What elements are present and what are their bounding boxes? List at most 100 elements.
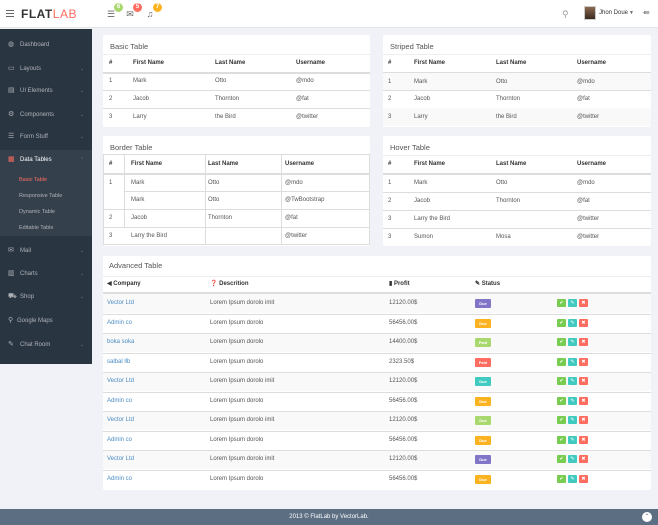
sidebar-item-components[interactable]: ⚙ Components ⌄: [0, 105, 92, 125]
envelope-icon[interactable]: ✉ 5: [124, 3, 142, 20]
check-button[interactable]: ✔: [557, 357, 566, 366]
go-top-icon[interactable]: ⌃: [642, 512, 652, 522]
company-link[interactable]: Vector Ltd: [107, 372, 134, 391]
submenu-editable-table[interactable]: Editable Table: [19, 225, 53, 231]
company-link[interactable]: salbal llb: [107, 353, 130, 372]
bell-icon[interactable]: ♫ 7: [144, 3, 162, 20]
trash-button[interactable]: ✖: [579, 474, 588, 483]
sidebar-item-chat-room[interactable]: ✎ Chat Room ⌄: [0, 335, 92, 355]
striped-table-panel: Striped Table # First Name Last Name Use…: [383, 35, 651, 127]
trash-button[interactable]: ✖: [579, 357, 588, 366]
company-link[interactable]: Admin co: [107, 392, 132, 411]
table-row: Admin co Lorem Ipsum dorolo 56456.00$ Due ✔ ✎…: [103, 314, 651, 333]
status-badge: Paid: [475, 357, 491, 367]
profit-cell: 56456.00$: [389, 319, 418, 326]
sidebar-item-dashboard[interactable]: ◍ Dashboard: [0, 35, 92, 55]
status-badge: Due: [475, 455, 491, 464]
pencil-button[interactable]: ✎: [568, 338, 577, 346]
chevron-down-icon: ⌄: [80, 248, 85, 254]
company-link[interactable]: Vector Ltd: [107, 450, 134, 469]
table-header-row: # First Name Last Name Username: [388, 60, 607, 66]
company-link[interactable]: Admin co: [107, 314, 132, 333]
trash-button[interactable]: ✖: [579, 318, 588, 327]
table-row: Vector Ltd Lorem Ipsum dorolo imit 12120.0…: [103, 411, 651, 430]
trash-button[interactable]: ✖: [579, 396, 588, 405]
check-button[interactable]: ✔: [557, 474, 566, 483]
profit-cell: 56456.00$: [389, 397, 418, 404]
table-header-row: # First Name Last Name Username: [109, 60, 326, 66]
table-row[interactable]: 2 Jacob Thornton @fat: [383, 192, 651, 210]
company-link[interactable]: Admin co: [107, 470, 132, 489]
status-badge: Due: [475, 318, 491, 328]
sidebar-item-layouts[interactable]: ▭ Layouts ⌄: [0, 59, 92, 79]
logo[interactable]: FLATLAB: [21, 7, 77, 21]
user-name[interactable]: Jhon Doue: [599, 10, 628, 16]
avatar[interactable]: [584, 6, 596, 20]
table-row: 2 Jacob Thornton @fat: [109, 96, 309, 102]
company-link[interactable]: boka soka: [107, 333, 134, 352]
chevron-down-icon: ⌄: [80, 134, 85, 140]
pencil-button[interactable]: ✎: [568, 396, 577, 405]
sidebar-item-form-stuff[interactable]: ☰ Form Stuff ⌄: [0, 127, 92, 147]
border-table-panel: Border Table # First Name Last Name User…: [103, 136, 370, 246]
company-link[interactable]: Vector Ltd: [107, 294, 134, 313]
map-marker-icon: ⚲: [8, 317, 14, 324]
submenu-responsive-table[interactable]: Responsive Table: [19, 193, 62, 199]
panel-title: Striped Table: [390, 42, 434, 51]
search-icon[interactable]: ⚲: [562, 9, 569, 20]
table-row[interactable]: 3 Larry the Bird @twitter: [383, 210, 651, 228]
check-button[interactable]: ✔: [557, 377, 566, 385]
check-button[interactable]: ✔: [557, 299, 566, 307]
basic-table-panel: Basic Table # First Name Last Name Usern…: [103, 35, 370, 127]
sidebar-item-mail[interactable]: ✉ Mail ⌄: [0, 241, 92, 261]
check-button[interactable]: ✔: [557, 338, 566, 346]
sidebar-item-ui-elements[interactable]: ▤ UI Elements ⌄: [0, 81, 92, 101]
trash-button[interactable]: ✖: [579, 455, 588, 463]
caret-down-icon[interactable]: ▼: [629, 10, 634, 16]
company-link[interactable]: Admin co: [107, 431, 132, 450]
pencil-button[interactable]: ✎: [568, 435, 577, 444]
check-button[interactable]: ✔: [557, 416, 566, 424]
trash-button[interactable]: ✖: [579, 416, 588, 424]
question-circle-icon: ❓: [210, 281, 220, 287]
table-row[interactable]: 3 Sumon Mosa @twitter: [383, 228, 651, 246]
pencil-button[interactable]: ✎: [568, 474, 577, 483]
table-row: Admin co Lorem Ipsum dorolo 56456.00$ Due ✔ ✎…: [103, 470, 651, 489]
sidebar-item-charts[interactable]: ▥ Charts ⌄: [0, 264, 92, 284]
tasks-icon[interactable]: ☰ 6: [105, 3, 123, 20]
chevron-down-icon: ⌄: [80, 112, 85, 118]
trash-button[interactable]: ✖: [579, 435, 588, 444]
pencil-button[interactable]: ✎: [568, 299, 577, 307]
trash-button[interactable]: ✖: [579, 377, 588, 385]
table-row: 1 Mark Otto @mdo: [109, 78, 314, 84]
check-button[interactable]: ✔: [557, 318, 566, 327]
check-button[interactable]: ✔: [557, 396, 566, 405]
description-cell: Lorem Ipsum dorolo: [210, 358, 264, 365]
sidebar-item-data-tables[interactable]: ▦ Data Tables ⌃: [0, 150, 92, 170]
pencil-button[interactable]: ✎: [568, 416, 577, 424]
status-badge: Paid: [475, 338, 491, 347]
table-row[interactable]: 1 Mark Otto @mdo: [383, 174, 651, 192]
company-link[interactable]: Vector Ltd: [107, 411, 134, 430]
trash-button[interactable]: ✖: [579, 299, 588, 307]
pencil-button[interactable]: ✎: [568, 455, 577, 463]
table-header-row: # First Name Last Name Username: [388, 161, 607, 167]
description-cell: Lorem Ipsum dorolo imit: [210, 378, 275, 384]
pencil-button[interactable]: ✎: [568, 357, 577, 366]
log-out-icon[interactable]: ⇚: [643, 8, 652, 18]
sidebar-toggle-icon[interactable]: [6, 10, 14, 17]
book-icon: ▤: [8, 87, 15, 94]
check-button[interactable]: ✔: [557, 435, 566, 444]
sidebar-item-shop[interactable]: ⛟ Shop ⌄: [0, 287, 92, 307]
pencil-button[interactable]: ✎: [568, 318, 577, 327]
trash-button[interactable]: ✖: [579, 338, 588, 346]
submenu-basic-table[interactable]: Basic Table: [19, 177, 47, 183]
sidebar-item-google-maps[interactable]: ⚲ Google Maps: [0, 311, 92, 331]
description-cell: Lorem Ipsum dorolo imit: [210, 300, 275, 306]
check-button[interactable]: ✔: [557, 455, 566, 463]
hover-table-panel: Hover Table # First Name Last Name Usern…: [383, 136, 651, 246]
pencil-button[interactable]: ✎: [568, 377, 577, 385]
table-row: 1 Mark Otto @mdo: [383, 73, 651, 91]
submenu-dynamic-table[interactable]: Dynamic Table: [19, 209, 55, 215]
chevron-down-icon: ⌄: [80, 271, 85, 277]
